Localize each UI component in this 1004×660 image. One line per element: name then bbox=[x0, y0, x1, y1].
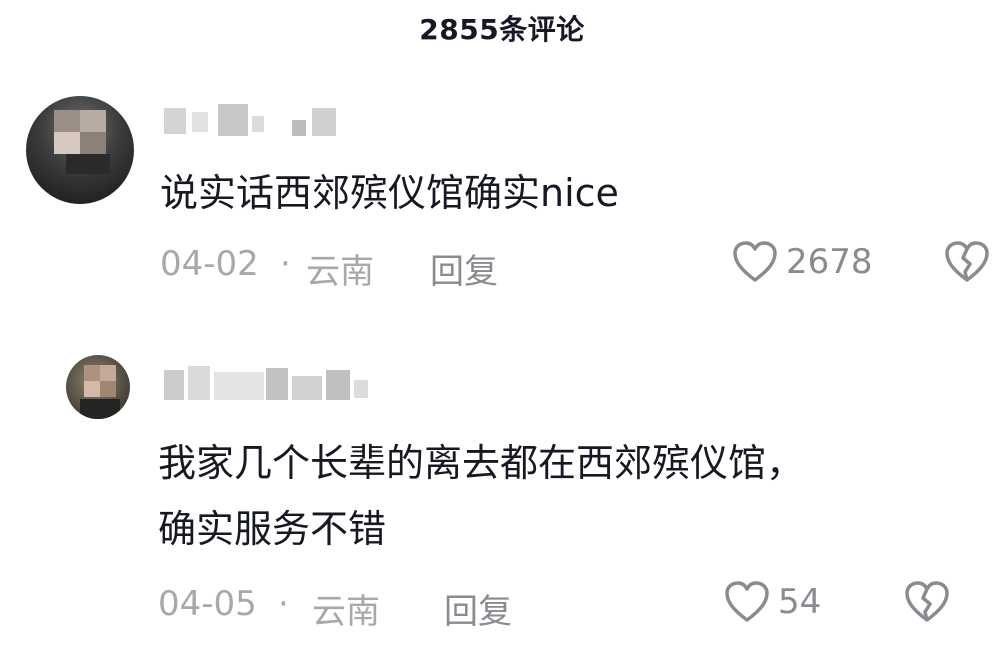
avatar-pixel bbox=[54, 110, 80, 132]
avatar-pixel bbox=[100, 365, 116, 381]
dislike-button[interactable] bbox=[944, 240, 990, 288]
like-count: 2678 bbox=[786, 242, 873, 282]
avatar-pixel bbox=[100, 381, 116, 397]
username-blurred[interactable] bbox=[162, 102, 362, 142]
meta-separator: · bbox=[278, 584, 289, 624]
broken-heart-icon bbox=[945, 241, 989, 282]
dislike-button[interactable] bbox=[904, 580, 950, 628]
avatar[interactable] bbox=[26, 96, 134, 204]
avatar-pixel bbox=[80, 110, 106, 132]
avatar-pixel bbox=[66, 154, 110, 174]
like-button[interactable]: 54 bbox=[724, 580, 821, 624]
reply-button[interactable]: 回复 bbox=[444, 584, 512, 633]
avatar-pixel bbox=[84, 381, 100, 397]
broken-heart-icon bbox=[905, 581, 949, 622]
avatar-pixel bbox=[80, 399, 120, 419]
like-button[interactable]: 2678 bbox=[732, 240, 873, 284]
avatar-pixel bbox=[84, 365, 100, 381]
heart-outline-icon bbox=[733, 241, 777, 282]
avatar-pixel bbox=[54, 132, 80, 154]
reply-button[interactable]: 回复 bbox=[430, 244, 498, 293]
like-count: 54 bbox=[778, 582, 822, 622]
comment-date: 04-05 bbox=[158, 584, 257, 624]
avatar[interactable] bbox=[66, 355, 130, 419]
heart-outline-icon bbox=[725, 581, 769, 622]
avatar-pixel bbox=[80, 132, 106, 154]
comment-date: 04-02 bbox=[160, 244, 259, 284]
comment-location: 云南 bbox=[312, 592, 380, 632]
comment-count-title: 2855条评论 bbox=[419, 13, 585, 46]
meta-separator: · bbox=[280, 244, 291, 284]
username-blurred[interactable] bbox=[158, 366, 378, 406]
comment-location: 云南 bbox=[306, 252, 374, 292]
comment-text: 说实话西郊殡仪馆确实nice bbox=[160, 171, 619, 215]
comment-text-line: 确实服务不错 bbox=[158, 507, 387, 551]
comment-text-line: 我家几个长辈的离去都在西郊殡仪馆， bbox=[158, 441, 805, 485]
